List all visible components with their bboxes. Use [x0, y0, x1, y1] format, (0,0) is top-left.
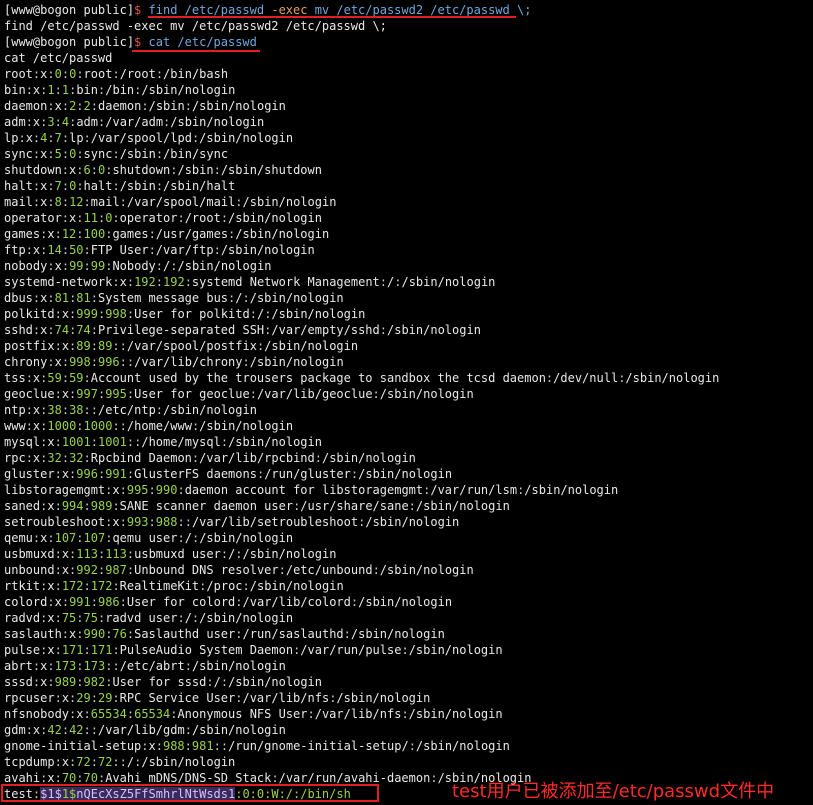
passwd-line: daemon:x:2:2:daemon:/sbin:/sbin/nologin	[4, 99, 286, 113]
underline-find-command	[148, 16, 516, 18]
passwd-line: ftp:x:14:50:FTP User:/var/ftp:/sbin/nolo…	[4, 243, 315, 257]
passwd-line: gluster:x:996:991:GlusterFS daemons:/run…	[4, 467, 453, 481]
passwd-line: lp:x:4:7:lp:/var/spool/lpd:/sbin/nologin	[4, 131, 294, 145]
passwd-line: mysql:x:1001:1001::/home/mysql:/sbin/nol…	[4, 435, 322, 449]
underline-cat-command	[132, 50, 260, 52]
passwd-line: unbound:x:992:987:Unbound DNS resolver:/…	[4, 563, 474, 577]
passwd-line: rtkit:x:172:172:RealtimeKit:/proc:/sbin/…	[4, 579, 344, 593]
passwd-line: gnome-initial-setup:x:988:981::/run/gnom…	[4, 739, 510, 753]
passwd-line: nfsnobody:x:65534:65534:Anonymous NFS Us…	[4, 707, 503, 721]
passwd-line: setroubleshoot:x:993:988::/var/lib/setro…	[4, 515, 460, 529]
passwd-line: www:x:1000:1000::/home/www:/sbin/nologin	[4, 419, 294, 433]
passwd-line: bin:x:1:1:bin:/bin:/sbin/nologin	[4, 83, 236, 97]
passwd-line: pulse:x:171:171:PulseAudio System Daemon…	[4, 643, 503, 657]
passwd-line: libstoragemgmt:x:995:990:daemon account …	[4, 483, 619, 497]
passwd-line: operator:x:11:0:operator:/root:/sbin/nol…	[4, 211, 322, 225]
passwd-line: colord:x:991:986:User for colord:/var/li…	[4, 595, 453, 609]
command-echo-2: cat /etc/passwd	[4, 51, 113, 65]
passwd-line: root:x:0:0:root:/root:/bin/bash	[4, 67, 229, 81]
passwd-line: geoclue:x:997:995:User for geoclue:/var/…	[4, 387, 474, 401]
passwd-listing: root:x:0:0:root:/root:/bin/bash bin:x:1:1…	[4, 66, 809, 786]
passwd-line: ntp:x:38:38::/etc/ntp:/sbin/nologin	[4, 403, 257, 417]
terminal-output[interactable]: [www@bogon public]$ find /etc/passwd -ex…	[4, 2, 809, 802]
passwd-line: shutdown:x:6:0:shutdown:/sbin:/sbin/shut…	[4, 163, 322, 177]
passwd-line: postfix:x:89:89::/var/spool/postfix:/sbi…	[4, 339, 359, 353]
passwd-line: qemu:x:107:107:qemu user:/:/sbin/nologin	[4, 531, 294, 545]
annotation-text: test用户已被添加至/etc/passwd文件中	[452, 781, 775, 802]
passwd-line: polkitd:x:999:998:User for polkitd:/:/sb…	[4, 307, 366, 321]
passwd-line: saned:x:994:989:SANE scanner daemon user…	[4, 499, 510, 513]
passwd-line: games:x:12:100:games:/usr/games:/sbin/no…	[4, 227, 330, 241]
passwd-line: systemd-network:x:192:192:systemd Networ…	[4, 275, 496, 289]
passwd-line: adm:x:3:4:adm:/var/adm:/sbin/nologin	[4, 115, 265, 129]
passwd-line: sssd:x:989:982:User for sssd:/:/sbin/nol…	[4, 675, 322, 689]
command-line-2: [www@bogon public]$ cat /etc/passwd	[4, 35, 257, 49]
passwd-line: halt:x:7:0:halt:/sbin:/sbin/halt	[4, 179, 236, 193]
passwd-line: chrony:x:998:996::/var/lib/chrony:/sbin/…	[4, 355, 344, 369]
passwd-line: sync:x:5:0:sync:/sbin:/bin/sync	[4, 147, 229, 161]
passwd-line: sshd:x:74:74:Privilege-separated SSH:/va…	[4, 323, 481, 337]
passwd-line: rpcuser:x:29:29:RPC Service User:/var/li…	[4, 691, 431, 705]
passwd-line: dbus:x:81:81:System message bus:/:/sbin/…	[4, 291, 344, 305]
passwd-line: usbmuxd:x:113:113:usbmuxd user:/:/sbin/n…	[4, 547, 337, 561]
test-line-highlight-box	[1, 784, 379, 802]
passwd-line: tss:x:59:59:Account used by the trousers…	[4, 371, 720, 385]
passwd-line: gdm:x:42:42::/var/lib/gdm:/sbin/nologin	[4, 723, 286, 737]
passwd-line: radvd:x:75:75:radvd user:/:/sbin/nologin	[4, 611, 294, 625]
command-echo-1: find /etc/passwd -exec mv /etc/passwd2 /…	[4, 19, 387, 33]
passwd-line: tcpdump:x:72:72::/:/sbin/nologin	[4, 755, 236, 769]
passwd-line: nobody:x:99:99:Nobody:/:/sbin/nologin	[4, 259, 272, 273]
passwd-line: rpc:x:32:32:Rpcbind Daemon:/var/lib/rpcb…	[4, 451, 416, 465]
passwd-line: mail:x:8:12:mail:/var/spool/mail:/sbin/n…	[4, 195, 337, 209]
passwd-line: abrt:x:173:173::/etc/abrt:/sbin/nologin	[4, 659, 286, 673]
passwd-line: saslauth:x:990:76:Saslauthd user:/run/sa…	[4, 627, 445, 641]
